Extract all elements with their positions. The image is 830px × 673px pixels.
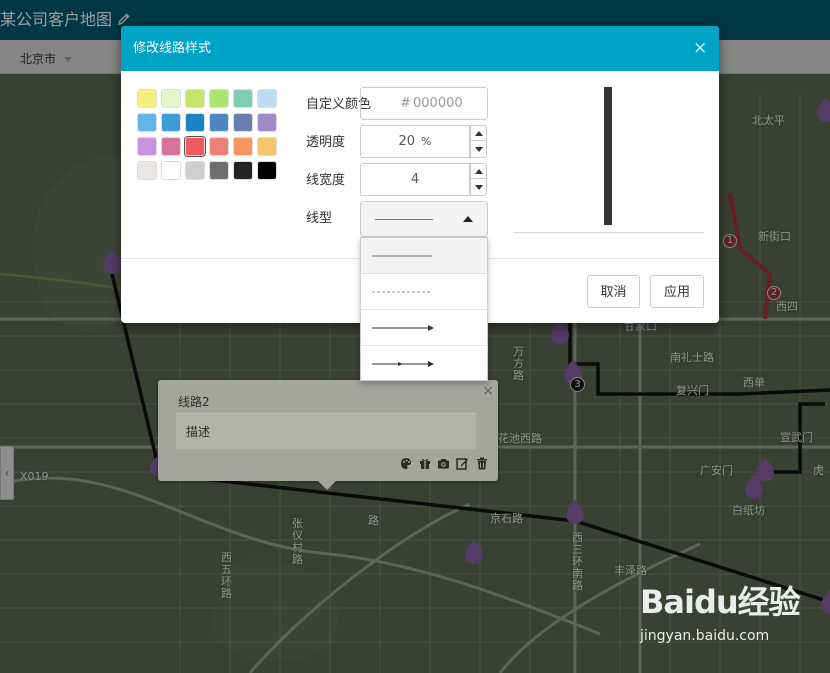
decrement-icon[interactable] [471, 180, 486, 195]
camera-icon[interactable] [437, 457, 449, 470]
popup-toolbar [400, 457, 490, 471]
line-width-label: 线宽度 [306, 173, 346, 188]
gift-icon[interactable] [419, 457, 431, 470]
color-swatch[interactable] [233, 89, 253, 108]
solid-line-sample [375, 219, 433, 220]
hash-symbol: # [400, 96, 411, 111]
opacity-unit: % [421, 135, 432, 148]
line-type-option-solid[interactable] [361, 238, 487, 274]
color-swatch[interactable] [257, 89, 277, 108]
color-swatch[interactable] [137, 113, 157, 132]
color-swatch[interactable] [185, 161, 205, 180]
apply-button[interactable]: 应用 [650, 275, 704, 308]
color-swatch[interactable] [137, 161, 157, 180]
color-swatch[interactable] [137, 89, 157, 108]
color-swatch[interactable] [233, 161, 253, 180]
popup-description: 描述 [176, 413, 476, 449]
close-icon[interactable]: × [482, 383, 494, 399]
baidu-watermark: Baidu经验 jingyan.baidu.com [640, 582, 822, 660]
line-type-dropdown [360, 237, 488, 381]
increment-icon[interactable] [471, 164, 486, 179]
color-swatch[interactable] [233, 137, 253, 156]
color-swatch[interactable] [137, 137, 157, 156]
color-swatch[interactable] [161, 137, 181, 156]
line-width-input[interactable]: 4 [360, 163, 470, 196]
trash-icon[interactable] [476, 457, 488, 470]
color-swatch[interactable] [209, 89, 229, 108]
custom-color-placeholder: 000000 [413, 96, 463, 111]
color-swatch[interactable] [257, 161, 277, 180]
cancel-button[interactable]: 取消 [587, 275, 640, 308]
color-swatch[interactable] [185, 89, 205, 108]
color-swatch[interactable] [161, 161, 181, 180]
opacity-input[interactable]: 20% [360, 125, 470, 158]
increment-icon[interactable] [471, 126, 486, 141]
dialog-title: 修改线路样式 [133, 41, 212, 56]
opacity-label: 透明度 [306, 135, 346, 150]
dialog-header: 修改线路样式 × [121, 26, 719, 71]
opacity-stepper [470, 125, 487, 158]
line-type-select[interactable] [360, 201, 488, 237]
color-swatch[interactable] [233, 113, 253, 132]
color-swatch[interactable] [209, 137, 229, 156]
line-width-value: 4 [410, 172, 420, 187]
line-type-option-double-arrow[interactable] [361, 346, 487, 380]
caret-up-icon [463, 216, 473, 222]
close-icon[interactable]: × [693, 38, 707, 58]
palette-icon[interactable] [400, 457, 412, 470]
line-style-preview [604, 87, 612, 225]
route-info-popup: 线路2 × 描述 [158, 380, 498, 490]
custom-color-input[interactable]: #000000 [360, 87, 488, 120]
line-type-option-arrow[interactable] [361, 310, 487, 346]
color-swatch[interactable] [257, 137, 277, 156]
watermark-url: jingyan.baidu.com [640, 628, 770, 644]
color-swatch[interactable] [209, 161, 229, 180]
line-type-option-dashed[interactable] [361, 274, 487, 310]
popup-title: 线路2 [178, 395, 210, 409]
color-swatch[interactable] [209, 113, 229, 132]
edit-icon[interactable] [456, 457, 468, 470]
watermark-brand: Baidu经验 [640, 583, 801, 621]
decrement-icon[interactable] [471, 142, 486, 157]
line-width-stepper [470, 163, 487, 196]
popup-pointer [318, 481, 336, 490]
line-type-label: 线型 [306, 211, 333, 226]
color-swatch[interactable] [185, 113, 205, 132]
color-swatch[interactable] [161, 113, 181, 132]
opacity-value: 20 [398, 134, 416, 149]
color-swatch[interactable] [257, 113, 277, 132]
color-swatch[interactable] [161, 89, 181, 108]
preview-divider [513, 232, 704, 233]
color-swatch-selected[interactable] [184, 136, 206, 157]
